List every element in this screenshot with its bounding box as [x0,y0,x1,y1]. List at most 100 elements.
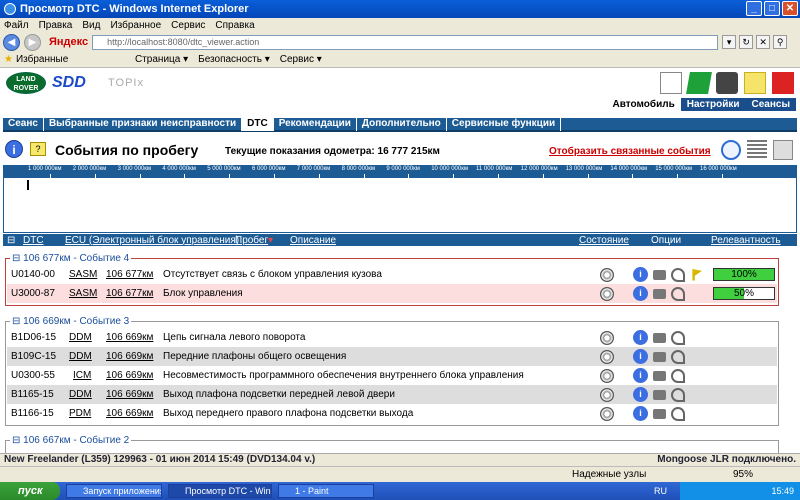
stethoscope-icon[interactable] [671,286,685,301]
security-menu[interactable]: Безопасность ▾ [198,54,270,65]
menu-edit[interactable]: Правка [39,20,73,31]
task-dtc-viewer[interactable]: Просмотр DTC - Win... [168,484,272,498]
ecu-link[interactable]: SASM [69,269,97,280]
timeline-marker[interactable] [27,180,29,190]
stop-icon[interactable]: ✕ [756,35,771,49]
back-button[interactable]: ◀ [3,33,20,51]
col-relevance[interactable]: Релевантность [711,235,781,246]
nav-vehicle[interactable]: Автомобиль [607,98,681,111]
search-icon[interactable]: ⚲ [773,35,788,49]
table-row[interactable]: U0300-55 ICM 106 669км Несовместимость п… [7,366,777,385]
table-row[interactable]: U3000-87 SASM 106 677км Блок управления … [7,284,777,303]
camera-icon[interactable] [653,408,666,419]
stethoscope-icon[interactable] [671,368,685,383]
task-paint[interactable]: 1 - Paint [278,484,374,498]
table-row[interactable]: U0140-00 SASM 106 677км Отсутствует связ… [7,265,777,284]
event-group-title[interactable]: ⊟ 106 669км - Событие 3 [10,316,132,327]
tape-icon[interactable] [716,72,738,94]
stethoscope-icon[interactable] [671,349,685,364]
tools-menu[interactable]: Сервис ▾ [280,54,322,65]
table-row[interactable]: B1166-15 PDM 106 669км Выход переднего п… [7,404,777,423]
info-icon[interactable]: i [633,349,648,364]
close-button[interactable]: ✕ [782,1,798,16]
ecu-link[interactable]: DDM [69,332,92,343]
tab-service[interactable]: Сервисные функции [447,117,562,131]
ecu-link[interactable]: DDM [69,389,92,400]
camera-icon[interactable] [653,332,666,343]
linked-events-link[interactable]: Отобразить связанные события [549,146,711,157]
event-group-title[interactable]: ⊟ 106 667км - Событие 2 [10,435,132,446]
camera-icon[interactable] [653,288,666,299]
tab-extra[interactable]: Дополнительно [357,117,447,131]
menu-file[interactable]: Файл [4,20,29,31]
info-icon[interactable]: i [633,330,648,345]
stethoscope-icon[interactable] [671,267,685,282]
tab-recommendations[interactable]: Рекомендации [274,117,357,131]
table-row[interactable]: B109C-15 DDM 106 669км Передние плафоны … [7,347,777,366]
tab-symptoms[interactable]: Выбранные признаки неисправности [44,117,243,131]
col-ecu[interactable]: ECU (Электронный блок управления) [65,235,239,246]
tab-dtc[interactable]: DTC [242,117,274,131]
menu-help[interactable]: Справка [215,20,254,31]
ecu-link[interactable]: DDM [69,351,92,362]
page-menu[interactable]: Страница ▾ [135,54,188,65]
stethoscope-icon[interactable] [671,387,685,402]
menu-tools[interactable]: Сервис [171,20,205,31]
info-icon[interactable]: i [633,387,648,402]
mileage-link[interactable]: 106 669км [106,389,153,400]
warning-icon[interactable]: ? [30,142,46,156]
table-row[interactable]: B1D06-15 DDM 106 669км Цепь сигнала лево… [7,328,777,347]
list-icon[interactable] [747,140,767,160]
ecu-link[interactable]: SASM [69,288,97,299]
language-indicator[interactable]: RU [654,482,667,500]
clock-icon[interactable] [721,140,741,160]
maximize-button[interactable]: □ [764,1,780,16]
mileage-link[interactable]: 106 677км [106,269,153,280]
col-mileage[interactable]: Пробег [235,235,268,246]
printer-icon[interactable] [773,140,793,160]
info-icon[interactable]: i [633,267,648,282]
col-desc[interactable]: Описание [290,235,336,246]
refresh-icon[interactable]: ↻ [739,35,754,49]
camera-icon[interactable] [653,351,666,362]
nav-sessions[interactable]: Сеансы [745,98,796,111]
dropdown-icon[interactable]: ▾ [722,35,737,49]
camera-icon[interactable] [653,269,666,280]
minimize-button[interactable]: _ [746,1,762,16]
col-state[interactable]: Состояние [579,235,629,246]
mileage-link[interactable]: 106 669км [106,351,153,362]
nav-settings[interactable]: Настройки [680,98,746,111]
stethoscope-icon[interactable] [671,406,685,421]
vehicle-icon[interactable] [660,72,682,94]
note-icon[interactable] [744,72,766,94]
flag-icon[interactable] [690,268,702,281]
info-icon[interactable]: i [633,286,648,301]
col-dtc[interactable]: DTC [23,235,44,246]
table-row[interactable]: B1165-15 DDM 106 669км Выход плафона под… [7,385,777,404]
camera-icon[interactable] [653,389,666,400]
collapse-all-icon[interactable]: ⊟ [7,235,15,246]
event-group-title[interactable]: ⊟ 106 677км - Событие 4 [10,253,132,264]
zoom-level[interactable]: 95% [733,469,753,480]
mileage-link[interactable]: 106 677км [106,288,153,299]
exit-icon[interactable] [772,72,794,94]
forward-button[interactable]: ▶ [24,33,41,51]
url-input[interactable]: http://localhost:8080/dtc_viewer.action [92,34,719,50]
mileage-link[interactable]: 106 669км [106,370,153,381]
ecu-link[interactable]: ICM [73,370,91,381]
menu-view[interactable]: Вид [82,20,100,31]
ecu-link[interactable]: PDM [69,408,91,419]
mileage-link[interactable]: 106 669км [106,332,153,343]
start-button[interactable]: пуск [0,482,60,500]
stethoscope-icon[interactable] [671,330,685,345]
mileage-link[interactable]: 106 669км [106,408,153,419]
info-icon[interactable]: i [633,406,648,421]
favorites-label[interactable]: Избранные [16,54,68,65]
info-icon[interactable]: i [633,368,648,383]
info-icon[interactable]: i [5,140,23,158]
menu-favorites[interactable]: Избранное [110,20,161,31]
book-icon[interactable] [686,72,712,94]
task-launcher[interactable]: Запуск приложения ... [66,484,162,498]
camera-icon[interactable] [653,370,666,381]
tab-session[interactable]: Сеанс [3,117,44,131]
